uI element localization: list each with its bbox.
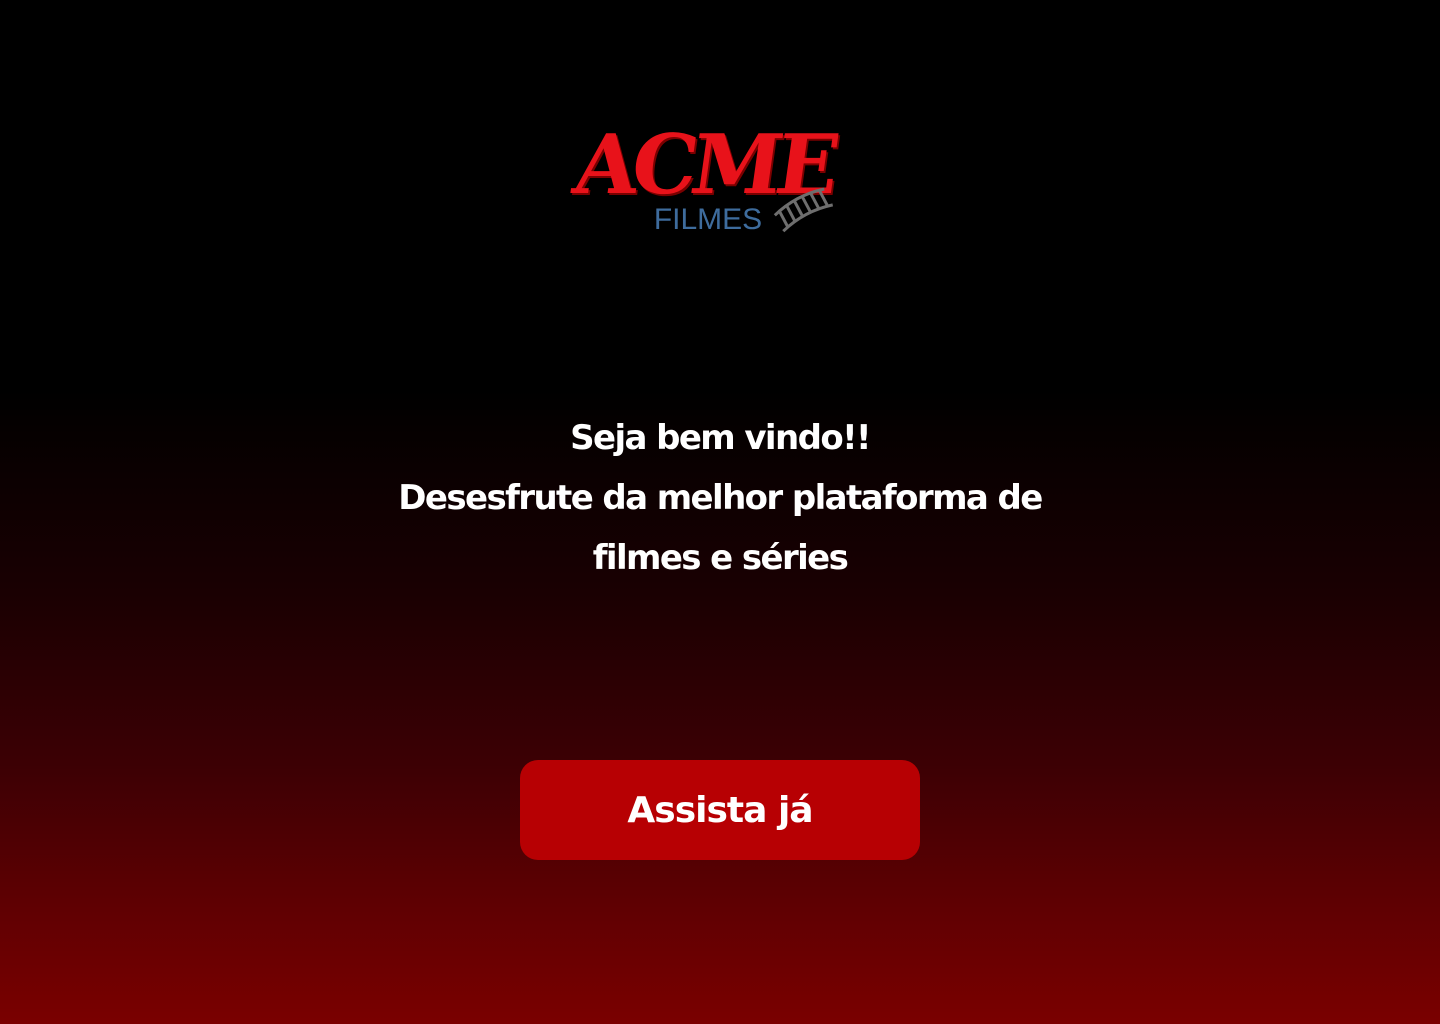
welcome-message: Seja bem vindo!! Desesfrute da melhor pl… <box>270 408 1170 588</box>
logo-subtitle: FILMES <box>654 203 762 236</box>
welcome-tagline-line1: Desesfrute da melhor plataforma de <box>398 478 1043 518</box>
acme-filmes-logo: ACME ACME FILMES <box>560 118 850 243</box>
welcome-title: Seja bem vindo!! <box>570 418 871 458</box>
welcome-tagline-line2: filmes e séries <box>592 538 849 578</box>
watch-now-button[interactable]: Assista já <box>520 760 920 860</box>
